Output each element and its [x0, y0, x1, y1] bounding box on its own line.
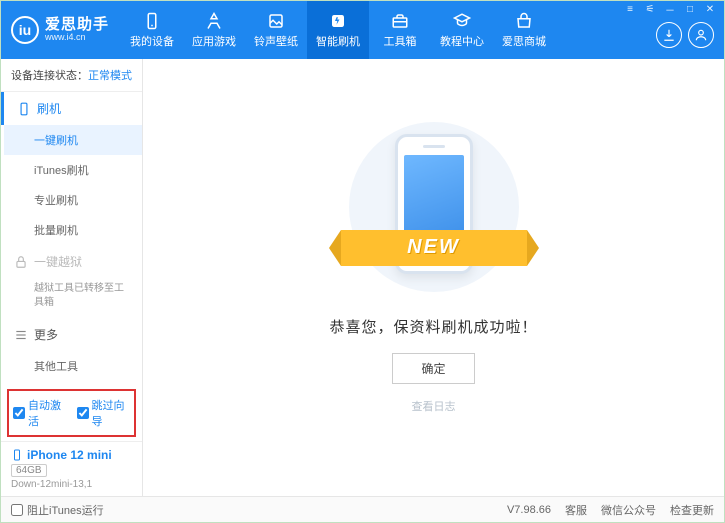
tab-smart-flash[interactable]: 智能刷机 — [307, 1, 369, 59]
tab-label: 教程中心 — [440, 33, 484, 49]
sidebar-item-itunes-flash[interactable]: iTunes刷机 — [4, 155, 142, 185]
logo-title: 爱思助手 — [45, 17, 109, 34]
download-icon — [662, 28, 676, 42]
tab-store[interactable]: 爱思商城 — [493, 1, 555, 59]
sidebar-item-download-firmware[interactable]: 下载固件 — [4, 381, 142, 385]
phone-icon — [17, 102, 31, 116]
sidebar-item-other-tools[interactable]: 其他工具 — [4, 351, 142, 381]
check-update-link[interactable]: 检查更新 — [670, 502, 714, 518]
sidebar-item-batch-flash[interactable]: 批量刷机 — [4, 215, 142, 245]
connection-status: 设备连接状态：正常模式 — [1, 59, 142, 92]
view-log-link[interactable]: 查看日志 — [412, 398, 456, 414]
success-illustration: NEW — [349, 122, 519, 292]
flash-icon — [329, 12, 347, 30]
ok-button[interactable]: 确定 — [392, 353, 474, 384]
sidebar-head-more[interactable]: 更多 — [4, 318, 142, 351]
tab-label: 智能刷机 — [316, 33, 360, 49]
sidebar-item-oneclick-flash[interactable]: 一键刷机 — [4, 125, 142, 155]
tutorial-icon — [453, 12, 471, 30]
logo-icon: iu — [11, 16, 39, 44]
tab-toolbox[interactable]: 工具箱 — [369, 1, 431, 59]
checkbox-label: 跳过向导 — [92, 397, 131, 429]
wallpaper-icon — [267, 12, 285, 30]
device-model: Down-12mini-13,1 — [11, 479, 132, 490]
checkbox-label: 阻止iTunes运行 — [27, 502, 104, 518]
maximize-button[interactable]: □ — [682, 3, 698, 15]
sidebar-head-jailbreak[interactable]: 一键越狱 — [4, 245, 142, 278]
logo: iu 爱思助手 www.i4.cn — [11, 16, 117, 44]
tab-label: 爱思商城 — [502, 33, 546, 49]
logo-subtitle: www.i4.cn — [45, 33, 109, 43]
tab-label: 铃声壁纸 — [254, 33, 298, 49]
window-controls: ≡ ⚟ － □ ✕ — [622, 3, 718, 15]
device-storage: 64GB — [11, 464, 47, 477]
tab-my-device[interactable]: 我的设备 — [121, 1, 183, 59]
tab-ringtones[interactable]: 铃声壁纸 — [245, 1, 307, 59]
main-tabs: 我的设备 应用游戏 铃声壁纸 智能刷机 工具箱 教程中心 — [121, 1, 555, 59]
footer: 阻止iTunes运行 V7.98.66 客服 微信公众号 检查更新 — [1, 496, 724, 522]
minimize-button[interactable]: － — [662, 3, 678, 15]
store-icon — [515, 12, 533, 30]
success-message: 恭喜您，保资料刷机成功啦！ — [329, 316, 537, 337]
pin-button[interactable]: ⚟ — [642, 3, 658, 15]
phone-icon — [143, 12, 161, 30]
jailbreak-note: 越狱工具已转移至工具箱 — [4, 278, 142, 318]
sidebar-item-pro-flash[interactable]: 专业刷机 — [4, 185, 142, 215]
main-content: NEW 恭喜您，保资料刷机成功啦！ 确定 查看日志 — [143, 59, 724, 496]
customer-service-link[interactable]: 客服 — [565, 502, 587, 518]
header-right — [656, 12, 714, 48]
device-block[interactable]: iPhone 12 mini 64GB Down-12mini-13,1 — [1, 441, 142, 496]
sidebar-head-label: 一键越狱 — [34, 253, 82, 270]
user-icon — [694, 28, 708, 42]
new-banner: NEW — [341, 230, 527, 266]
sidebar: 设备连接状态：正常模式 刷机 一键刷机 iTunes刷机 专业刷机 批量刷机 — [1, 59, 143, 496]
app-window: ≡ ⚟ － □ ✕ iu 爱思助手 www.i4.cn 我的设备 应用游戏 — [1, 1, 724, 522]
tab-tutorials[interactable]: 教程中心 — [431, 1, 493, 59]
block-itunes-checkbox[interactable]: 阻止iTunes运行 — [11, 502, 104, 518]
version-label: V7.98.66 — [507, 504, 551, 516]
close-button[interactable]: ✕ — [702, 3, 718, 15]
tab-label: 我的设备 — [130, 33, 174, 49]
tab-label: 工具箱 — [384, 33, 417, 49]
sidebar-head-flash[interactable]: 刷机 — [1, 92, 142, 125]
lock-icon — [14, 255, 28, 269]
header: ≡ ⚟ － □ ✕ iu 爱思助手 www.i4.cn 我的设备 应用游戏 — [1, 1, 724, 59]
tab-label: 应用游戏 — [192, 33, 236, 49]
device-name: iPhone 12 mini — [11, 448, 132, 462]
sidebar-head-label: 更多 — [34, 326, 58, 343]
tab-apps-games[interactable]: 应用游戏 — [183, 1, 245, 59]
checkbox-highlight: 自动激活 跳过向导 — [7, 389, 136, 437]
menu-button[interactable]: ≡ — [622, 3, 638, 15]
sidebar-scroll: 刷机 一键刷机 iTunes刷机 专业刷机 批量刷机 一键越狱 越狱工具已转移至… — [1, 92, 142, 385]
body: 设备连接状态：正常模式 刷机 一键刷机 iTunes刷机 专业刷机 批量刷机 — [1, 59, 724, 496]
auto-activate-checkbox[interactable]: 自动激活 — [13, 397, 67, 429]
skip-guide-checkbox[interactable]: 跳过向导 — [77, 397, 131, 429]
list-icon — [14, 328, 28, 342]
toolbox-icon — [391, 12, 409, 30]
phone-icon — [11, 448, 23, 462]
status-label: 设备连接状态： — [11, 70, 88, 82]
apps-icon — [205, 12, 223, 30]
account-button[interactable] — [688, 22, 714, 48]
checkbox-label: 自动激活 — [28, 397, 67, 429]
status-value: 正常模式 — [88, 70, 132, 82]
download-button[interactable] — [656, 22, 682, 48]
wechat-link[interactable]: 微信公众号 — [601, 502, 656, 518]
sidebar-head-label: 刷机 — [37, 100, 61, 117]
